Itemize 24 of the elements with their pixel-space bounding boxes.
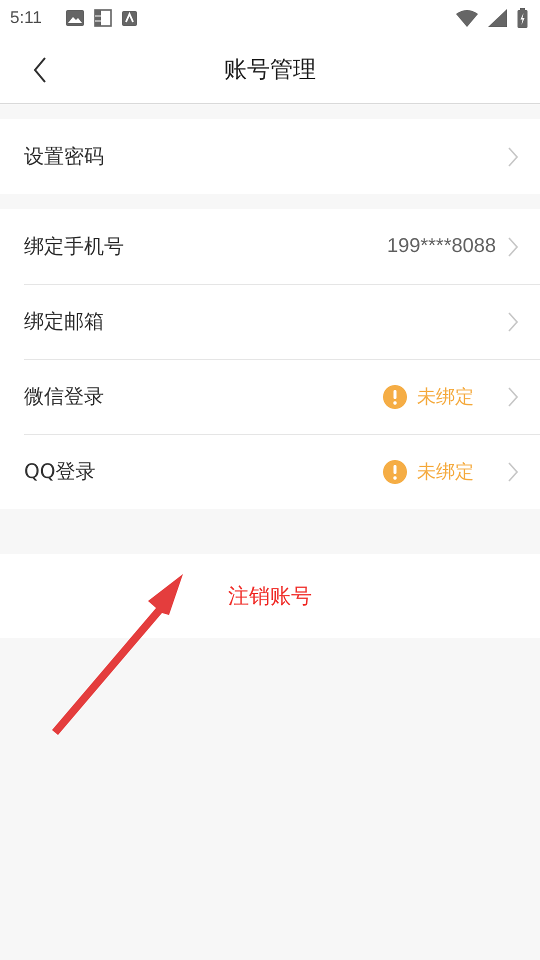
- wifi-icon: [456, 9, 478, 27]
- page-title: 账号管理: [224, 56, 316, 85]
- battery-icon: [517, 8, 528, 28]
- text-app-icon: [122, 10, 137, 26]
- status-text: 未绑定: [417, 460, 474, 484]
- warning-icon: [383, 384, 407, 408]
- sim-card-icon: [94, 9, 112, 27]
- status-text: 未绑定: [417, 384, 474, 410]
- chevron-icon: [508, 462, 518, 482]
- settings-row[interactable]: 微信登录 未绑定: [0, 359, 540, 434]
- image-icon: [66, 10, 84, 26]
- chevron-icon: [508, 146, 518, 166]
- settings-row[interactable]: QQ登录 未绑定: [0, 434, 540, 509]
- settings-row[interactable]: 绑定手机号 199****8088: [0, 209, 540, 284]
- status-time: 5:11: [10, 8, 42, 28]
- warning-icon: [383, 460, 407, 484]
- chevron-icon: [508, 312, 518, 332]
- signal-icon: [488, 9, 507, 27]
- chevron-icon: [508, 386, 518, 406]
- settings-row[interactable]: 设置密码: [0, 119, 540, 194]
- back-icon[interactable]: [33, 57, 47, 83]
- phone-number: 199****8088: [387, 235, 496, 258]
- chevron-icon: [508, 236, 518, 256]
- settings-row[interactable]: 绑定邮箱: [0, 284, 540, 359]
